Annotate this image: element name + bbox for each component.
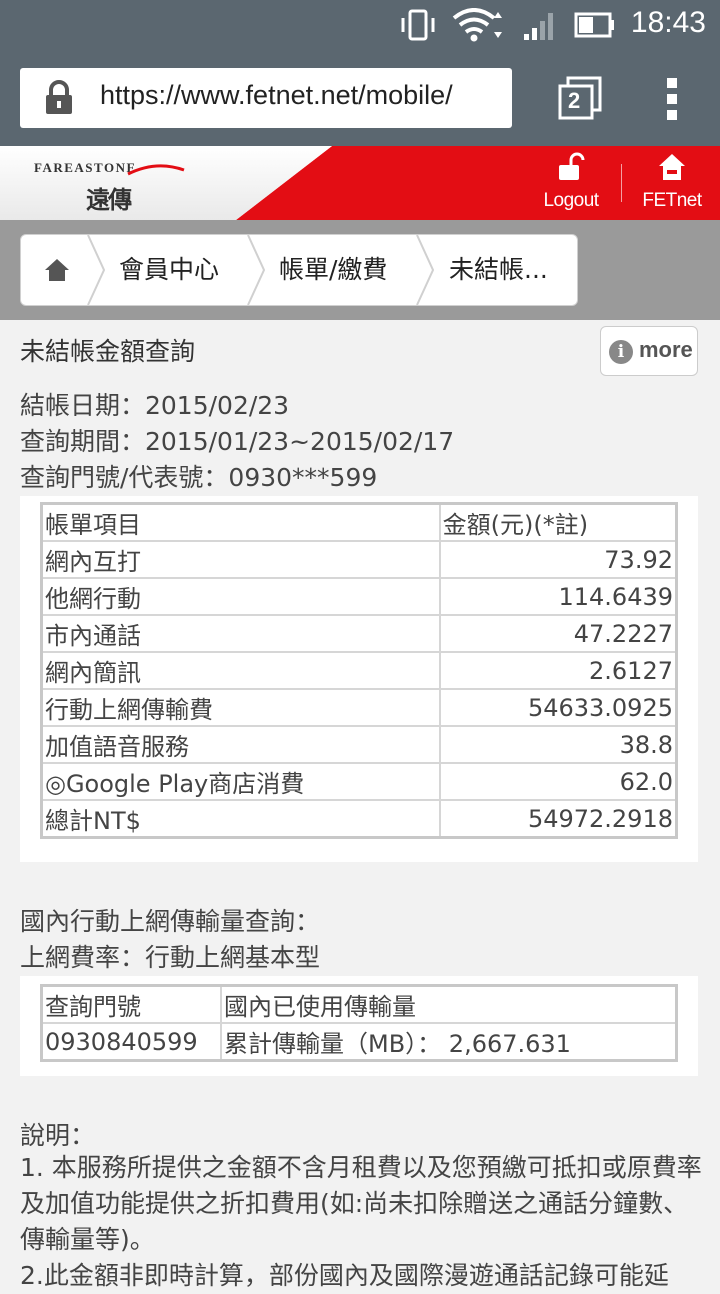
info-icon: i — [609, 340, 633, 364]
bill-item-amount: 47.2227 — [438, 614, 678, 653]
home-icon — [659, 154, 685, 180]
fetnet-home-button[interactable]: FETnet — [642, 152, 702, 214]
table-row: ◎Google Play商店消費 62.0 — [40, 762, 678, 801]
browser-menu-button[interactable] — [662, 76, 682, 122]
fetnet-label: FETnet — [642, 190, 702, 211]
data-query-title: 國內行動上網傳輸量查詢： — [20, 907, 321, 936]
breadcrumb: 會員中心 帳單/繳費 未結帳... — [20, 234, 578, 306]
column-header-item: 帳單項目 — [40, 502, 441, 542]
main-content: 未結帳金額查詢 i more 結帳日期：2015/02/23 查詢期間：2015… — [0, 320, 720, 1290]
vibrate-icon — [401, 9, 435, 41]
status-time: 18:43 — [630, 6, 706, 39]
table-row: 網內互打 73.92 — [40, 540, 678, 579]
more-label: more — [639, 337, 693, 362]
url-bar[interactable]: https://www.fetnet.net/mobile/ — [20, 68, 512, 128]
bill-item-label: 他網行動 — [40, 577, 441, 616]
lock-icon[interactable] — [44, 80, 74, 116]
table-row: 0930840599 累計傳輸量（MB）： 2,667.631 — [40, 1022, 678, 1062]
tab-count: 2 — [568, 88, 581, 113]
chevron-right-icon — [247, 235, 265, 305]
column-header-number: 查詢門號 — [40, 984, 222, 1024]
page-title: 未結帳金額查詢 — [20, 337, 196, 366]
bill-item-amount: 114.6439 — [438, 577, 678, 616]
unlock-icon — [559, 152, 585, 180]
breadcrumb-item-member[interactable]: 會員中心 — [119, 235, 219, 305]
breadcrumb-bar: 會員中心 帳單/繳費 未結帳... — [0, 220, 720, 320]
bill-item-label: 網內互打 — [40, 540, 441, 579]
logo-swoosh-icon — [127, 164, 185, 176]
breadcrumb-item-current: 未結帳... — [449, 255, 548, 284]
bill-item-label: ◎Google Play商店消費 — [40, 762, 441, 801]
note-item: 2.此金額非即時計算，部份國內及國際漫遊通話記錄可能延 — [20, 1261, 669, 1290]
table-header-row: 查詢門號 國內已使用傳輸量 — [40, 984, 678, 1024]
chevron-right-icon — [87, 235, 105, 305]
status-bar: 18:43 — [0, 0, 720, 50]
site-header: FAREASTONE 遠傳 Logout FETnet — [0, 146, 720, 220]
bill-item-amount: 62.0 — [438, 762, 678, 801]
logout-label: Logout — [543, 190, 599, 211]
data-usage-table: 查詢門號 國內已使用傳輸量 0930840599 累計傳輸量（MB）： 2,66… — [40, 984, 678, 1062]
fareastone-logo[interactable]: FAREASTONE 遠傳 — [34, 160, 185, 214]
bill-total-amount: 54972.2918 — [438, 799, 678, 839]
bill-item-amount: 2.6127 — [438, 651, 678, 690]
more-button[interactable]: i more — [600, 326, 698, 376]
breadcrumb-home[interactable] — [21, 235, 89, 305]
query-number: 查詢門號/代表號：0930***599 — [20, 463, 378, 492]
logout-button[interactable]: Logout — [540, 152, 602, 214]
bill-total-label: 總計NT$ — [40, 799, 441, 839]
chevron-right-icon — [416, 235, 434, 305]
note-item: 1. 本服務所提供之金額不含月租費以及您預繳可抵扣或原費率及加值功能提供之折扣費… — [20, 1153, 702, 1254]
signal-icon — [524, 13, 553, 40]
bill-item-amount: 54633.0925 — [438, 688, 678, 727]
bill-item-label: 加值語音服務 — [40, 725, 441, 764]
data-rate: 上網費率：行動上網基本型 — [20, 943, 321, 972]
table-row: 行動上網傳輸費 54633.0925 — [40, 688, 678, 727]
tab-switcher-button[interactable]: 2 — [558, 76, 602, 120]
table-row-total: 總計NT$ 54972.2918 — [40, 799, 678, 839]
table-row: 加值語音服務 38.8 — [40, 725, 678, 764]
browser-toolbar: https://www.fetnet.net/mobile/ 2 — [0, 50, 720, 146]
home-icon — [45, 259, 69, 281]
table-row: 網內簡訊 2.6127 — [40, 651, 678, 690]
battery-icon — [574, 12, 614, 38]
column-header-amount: 金額(元)(*註) — [438, 502, 678, 542]
logo-text-en: FAREASTONE — [34, 160, 137, 175]
table-row: 市內通話 47.2227 — [40, 614, 678, 653]
more-vert-icon — [667, 78, 677, 120]
bill-table: 帳單項目 金額(元)(*註) 網內互打 73.92 他網行動 114.6439 … — [40, 502, 678, 839]
bill-item-amount: 73.92 — [438, 540, 678, 579]
bill-item-label: 行動上網傳輸費 — [40, 688, 441, 727]
wifi-icon — [452, 8, 502, 42]
bill-item-label: 市內通話 — [40, 614, 441, 653]
data-table-panel: 查詢門號 國內已使用傳輸量 0930840599 累計傳輸量（MB）： 2,66… — [20, 976, 698, 1076]
table-header-row: 帳單項目 金額(元)(*註) — [40, 502, 678, 542]
bill-table-panel: 帳單項目 金額(元)(*註) 網內互打 73.92 他網行動 114.6439 … — [20, 496, 698, 862]
table-row: 他網行動 114.6439 — [40, 577, 678, 616]
url-text[interactable]: https://www.fetnet.net/mobile/ — [100, 80, 453, 111]
logo-text-zh: 遠傳 — [86, 186, 132, 214]
billing-date: 結帳日期：2015/02/23 — [20, 391, 290, 420]
column-header-usage: 國內已使用傳輸量 — [220, 984, 678, 1024]
breadcrumb-item-billing[interactable]: 帳單/繳費 — [279, 235, 387, 305]
header-divider — [621, 164, 622, 202]
bill-item-amount: 38.8 — [438, 725, 678, 764]
query-period: 查詢期間：2015/01/23~2015/02/17 — [20, 427, 455, 456]
usage-cell: 累計傳輸量（MB）： 2,667.631 — [220, 1022, 678, 1062]
phone-number-cell: 0930840599 — [40, 1022, 222, 1062]
notes-title: 說明： — [20, 1121, 96, 1150]
bill-item-label: 網內簡訊 — [40, 651, 441, 690]
